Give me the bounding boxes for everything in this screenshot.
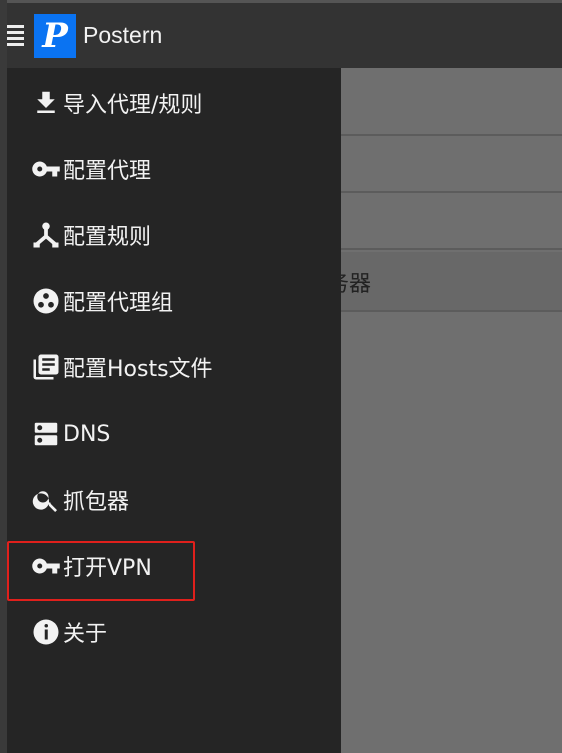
left-edge <box>0 0 7 753</box>
drawer-item-label: 抓包器 <box>63 490 130 515</box>
app-bar: P Postern <box>7 3 562 68</box>
app-title: Postern <box>83 22 163 48</box>
drawer-item-capture[interactable]: 抓包器 <box>31 480 129 520</box>
drawer-item-hosts[interactable]: 配置Hosts文件 <box>31 347 213 387</box>
drawer-item-label: 配置代理 <box>63 159 152 184</box>
drawer-item-dns[interactable]: DNS <box>31 414 110 454</box>
info-icon <box>33 619 59 645</box>
drawer-item-proxy-group[interactable]: 配置代理组 <box>31 281 173 321</box>
drawer-item-rules[interactable]: 配置规则 <box>31 215 151 255</box>
drawer-item-proxy[interactable]: 配置代理 <box>31 149 151 189</box>
drawer-item-label: 配置规则 <box>63 225 152 250</box>
background-row <box>341 193 562 250</box>
drawer-item-import[interactable]: 导入代理/规则 <box>31 83 202 123</box>
rules-tree-icon <box>33 222 59 248</box>
download-icon <box>37 91 55 113</box>
highlight-box <box>7 541 195 601</box>
background-row <box>341 136 562 193</box>
navigation-drawer: 导入代理/规则 配置代理 配置规则 配置代理组 配置Hosts文件 DNS 抓包… <box>7 68 341 753</box>
search-icon <box>32 491 57 512</box>
drawer-item-label: 配置Hosts文件 <box>63 357 213 382</box>
background-row: 务器 <box>327 252 562 312</box>
key-icon <box>32 161 60 177</box>
hamburger-menu-icon[interactable] <box>7 25 25 46</box>
group-icon <box>33 288 59 314</box>
drawer-item-label: DNS <box>63 421 111 447</box>
app-logo: P <box>34 13 76 58</box>
drawer-item-label: 配置代理组 <box>63 291 174 316</box>
drawer-item-about[interactable]: 关于 <box>31 612 107 652</box>
drawer-item-label: 关于 <box>63 622 108 647</box>
drawer-item-label: 导入代理/规则 <box>63 93 203 118</box>
background-row <box>341 68 562 136</box>
dns-icon <box>34 422 58 446</box>
library-icon <box>33 354 59 380</box>
